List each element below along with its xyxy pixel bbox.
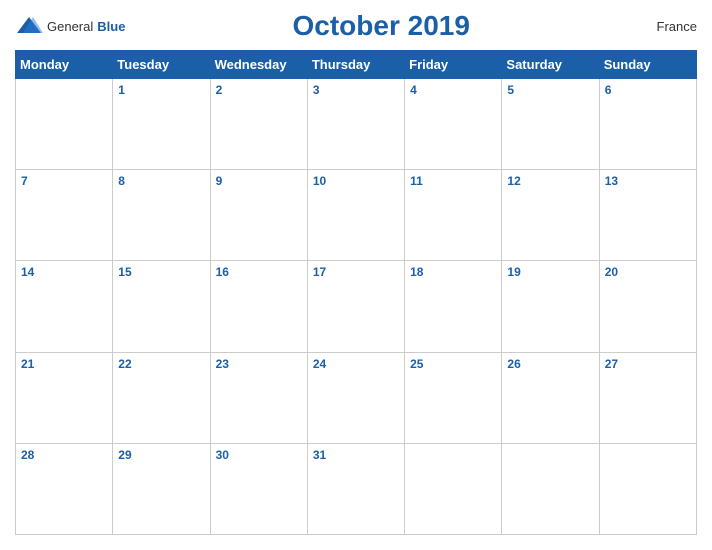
day-header-monday: Monday — [16, 51, 113, 79]
day-cell-empty-0-0 — [16, 79, 113, 170]
day-cell-15: 15 — [113, 261, 210, 352]
day-cell-5: 5 — [502, 79, 599, 170]
day-cell-23: 23 — [210, 352, 307, 443]
day-cell-14: 14 — [16, 261, 113, 352]
calendar-table: MondayTuesdayWednesdayThursdayFridaySatu… — [15, 50, 697, 535]
day-cell-17: 17 — [307, 261, 404, 352]
day-cell-8: 8 — [113, 170, 210, 261]
logo-general: General — [47, 19, 93, 34]
day-cell-9: 9 — [210, 170, 307, 261]
logo-icon — [15, 15, 43, 37]
day-cell-13: 13 — [599, 170, 696, 261]
day-header-row: MondayTuesdayWednesdayThursdayFridaySatu… — [16, 51, 697, 79]
day-cell-20: 20 — [599, 261, 696, 352]
day-cell-27: 27 — [599, 352, 696, 443]
week-row-4: 28293031 — [16, 443, 697, 534]
day-cell-24: 24 — [307, 352, 404, 443]
day-cell-3: 3 — [307, 79, 404, 170]
week-row-0: 123456 — [16, 79, 697, 170]
day-cell-2: 2 — [210, 79, 307, 170]
day-cell-21: 21 — [16, 352, 113, 443]
day-cell-7: 7 — [16, 170, 113, 261]
day-cell-12: 12 — [502, 170, 599, 261]
country-label: France — [637, 19, 697, 34]
day-header-wednesday: Wednesday — [210, 51, 307, 79]
logo: General Blue — [15, 15, 125, 37]
day-cell-10: 10 — [307, 170, 404, 261]
day-cell-26: 26 — [502, 352, 599, 443]
day-header-saturday: Saturday — [502, 51, 599, 79]
day-cell-empty-4-4 — [405, 443, 502, 534]
week-row-3: 21222324252627 — [16, 352, 697, 443]
day-cell-6: 6 — [599, 79, 696, 170]
day-cell-31: 31 — [307, 443, 404, 534]
day-header-sunday: Sunday — [599, 51, 696, 79]
week-row-2: 14151617181920 — [16, 261, 697, 352]
day-cell-4: 4 — [405, 79, 502, 170]
logo-blue: Blue — [97, 19, 125, 34]
day-cell-19: 19 — [502, 261, 599, 352]
day-cell-empty-4-5 — [502, 443, 599, 534]
day-cell-22: 22 — [113, 352, 210, 443]
day-cell-28: 28 — [16, 443, 113, 534]
day-cell-empty-4-6 — [599, 443, 696, 534]
day-cell-25: 25 — [405, 352, 502, 443]
calendar-header: General Blue October 2019 France — [15, 10, 697, 42]
day-header-tuesday: Tuesday — [113, 51, 210, 79]
day-cell-11: 11 — [405, 170, 502, 261]
day-header-friday: Friday — [405, 51, 502, 79]
day-cell-29: 29 — [113, 443, 210, 534]
day-cell-30: 30 — [210, 443, 307, 534]
week-row-1: 78910111213 — [16, 170, 697, 261]
day-header-thursday: Thursday — [307, 51, 404, 79]
day-cell-1: 1 — [113, 79, 210, 170]
month-title: October 2019 — [125, 10, 637, 42]
day-cell-16: 16 — [210, 261, 307, 352]
day-cell-18: 18 — [405, 261, 502, 352]
